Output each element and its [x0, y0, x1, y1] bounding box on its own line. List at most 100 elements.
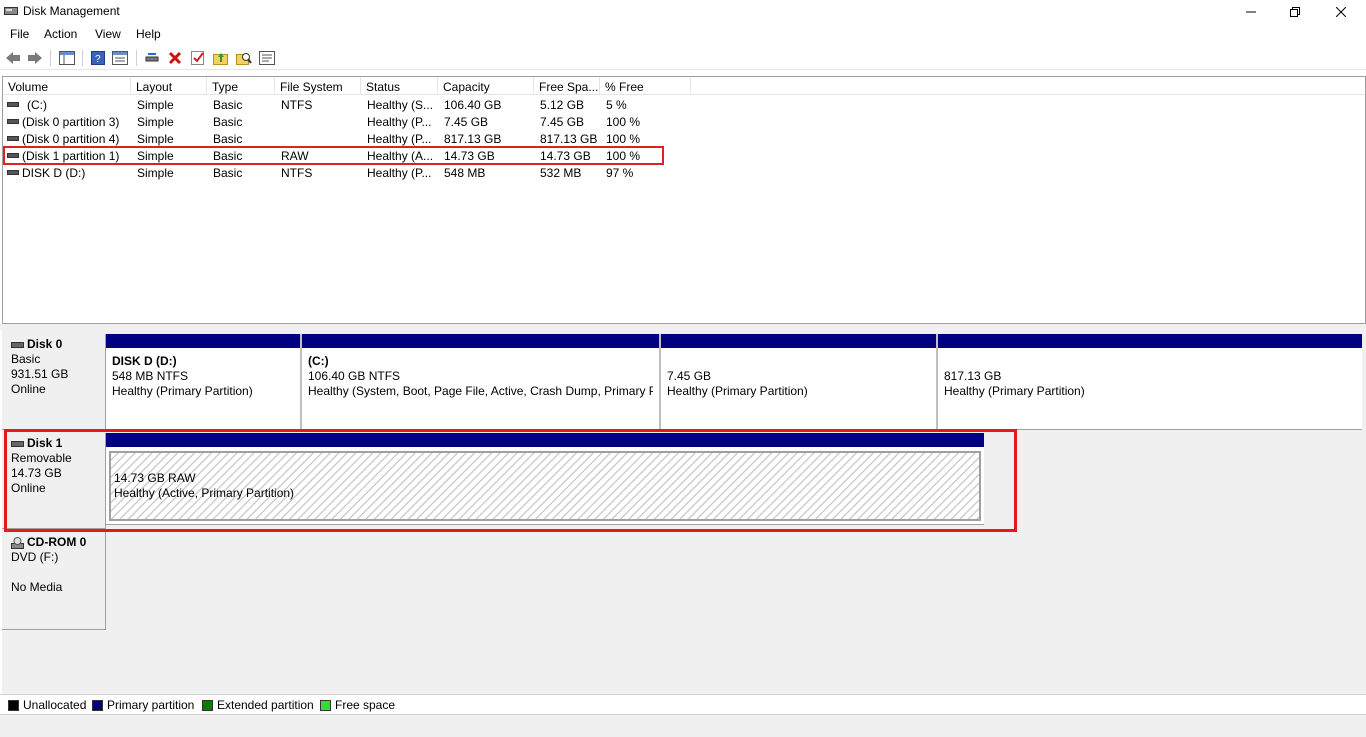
cell-free-space: 7.45 GB: [540, 115, 585, 129]
list-icon: [259, 51, 275, 65]
column-header-type[interactable]: Type: [207, 77, 275, 95]
partition-disk0-3[interactable]: 7.45 GB Healthy (Primary Partition): [661, 334, 938, 429]
help-icon: ?: [91, 51, 105, 65]
cell-layout: Simple: [137, 166, 174, 180]
cell-type: Basic: [213, 132, 243, 146]
volume-icon: [7, 119, 19, 124]
disk0-label[interactable]: Disk 0 Basic 931.51 GB Online: [2, 334, 106, 430]
partition-c[interactable]: (C:) 106.40 GB NTFS Healthy (System, Boo…: [302, 334, 661, 429]
cell-free-space: 817.13 GB: [540, 132, 598, 146]
properties-button[interactable]: [111, 49, 129, 67]
selected-row-highlight: [3, 146, 664, 165]
menu-help[interactable]: Help: [136, 27, 161, 41]
partition-disk0-4[interactable]: 817.13 GB Healthy (Primary Partition): [938, 334, 1362, 429]
disk-management-app-icon: [4, 5, 18, 17]
cell-status: Healthy (P...: [367, 132, 432, 146]
search-button[interactable]: [235, 49, 253, 67]
cell-capacity: 7.45 GB: [444, 115, 489, 129]
legend-extended-partition: Extended partition: [202, 698, 314, 712]
legend-label: Free space: [335, 698, 396, 712]
cell-layout: Simple: [137, 132, 174, 146]
folder-up-icon: [213, 53, 228, 65]
cell-capacity: 106.40 GB: [444, 98, 502, 112]
table-row[interactable]: DISK D (D:) Simple Basic NTFS Healthy (P…: [3, 164, 703, 181]
primary-partition-bar: [938, 334, 1362, 348]
column-header-free-space[interactable]: Free Spa...: [534, 77, 600, 95]
cdrom0-name: CD-ROM 0: [27, 535, 87, 549]
cell-capacity: 817.13 GB: [444, 132, 502, 146]
partition-size: 106.40 GB NTFS: [308, 369, 401, 383]
cell-free-space: 532 MB: [540, 166, 582, 180]
legend-label: Extended partition: [217, 698, 314, 712]
column-header-capacity[interactable]: Capacity: [438, 77, 534, 95]
cd-drive-icon: [11, 536, 24, 549]
forward-button[interactable]: [26, 49, 44, 67]
disk1-highlight-box: [4, 429, 1017, 532]
column-header-status[interactable]: Status: [361, 77, 438, 95]
window-title: Disk Management: [23, 4, 120, 18]
cell-capacity: 548 MB: [444, 166, 486, 180]
disk-icon: [11, 341, 24, 348]
cell-volume: (Disk 0 partition 4): [22, 132, 120, 146]
disk0-size: 931.51 GB: [11, 367, 69, 381]
legend-swatch: [92, 699, 103, 711]
cell-status: Healthy (P...: [367, 166, 432, 180]
legend-label: Unallocated: [23, 698, 87, 712]
volume-list[interactable]: Volume Layout Type File System Status Ca…: [2, 76, 1366, 324]
console-tree-button[interactable]: [58, 49, 76, 67]
table-row[interactable]: (Disk 0 partition 3) Simple Basic Health…: [3, 113, 703, 130]
column-header-file-system[interactable]: File System: [275, 77, 361, 95]
list-header: Volume Layout Type File System Status Ca…: [3, 77, 1365, 95]
partition-size: 817.13 GB: [944, 369, 1002, 383]
disk0-name: Disk 0: [27, 337, 63, 351]
close-button[interactable]: [1318, 0, 1364, 24]
legend-swatch: [8, 699, 19, 711]
table-row[interactable]: (C:) Simple Basic NTFS Healthy (S... 106…: [3, 96, 703, 113]
search-icon: [236, 53, 252, 65]
cell-type: Basic: [213, 115, 243, 129]
cell-file-system: NTFS: [281, 166, 313, 180]
cell-type: Basic: [213, 98, 243, 112]
delete-icon: [168, 51, 182, 65]
cell-file-system: NTFS: [281, 98, 313, 112]
connect-button[interactable]: [143, 49, 161, 67]
title-bar: Disk Management: [0, 0, 1366, 24]
cell-percent-free: 97 %: [606, 166, 634, 180]
cell-status: Healthy (P...: [367, 115, 432, 129]
folder-up-button[interactable]: [212, 49, 230, 67]
column-header-volume[interactable]: Volume: [3, 77, 131, 95]
volume-icon: [7, 170, 19, 175]
cdrom0-kind: DVD (F:): [11, 550, 59, 564]
minimize-icon: [1246, 11, 1256, 13]
cell-layout: Simple: [137, 115, 174, 129]
delete-button[interactable]: [166, 49, 184, 67]
cell-volume: DISK D (D:): [22, 166, 86, 180]
check-button[interactable]: [189, 49, 207, 67]
list-button[interactable]: [258, 49, 276, 67]
partition-title: (C:): [308, 354, 329, 368]
legend-free-space: Free space: [320, 698, 395, 712]
column-header-layout[interactable]: Layout: [131, 77, 207, 95]
restore-button[interactable]: [1272, 0, 1318, 24]
help-button[interactable]: ?: [89, 49, 107, 67]
cdrom0-label[interactable]: CD-ROM 0 DVD (F:) No Media: [2, 532, 106, 630]
primary-partition-bar: [106, 334, 300, 348]
svg-text:?: ?: [95, 54, 101, 65]
menu-file[interactable]: File: [10, 27, 29, 41]
table-row[interactable]: (Disk 0 partition 4) Simple Basic Health…: [3, 130, 703, 147]
cell-percent-free: 5 %: [606, 98, 627, 112]
back-button[interactable]: [4, 49, 22, 67]
column-header-percent-free[interactable]: % Free: [600, 77, 691, 95]
forward-icon: [28, 52, 42, 64]
cell-volume: (Disk 0 partition 3): [22, 115, 120, 129]
primary-partition-bar: [302, 334, 659, 348]
legend-unallocated: Unallocated: [8, 698, 86, 712]
back-icon: [6, 52, 20, 64]
minimize-button[interactable]: [1228, 0, 1274, 24]
partition-status: Healthy (Primary Partition): [944, 384, 1085, 398]
partition-status: Healthy (Primary Partition): [667, 384, 808, 398]
partition-disk-d[interactable]: DISK D (D:) 548 MB NTFS Healthy (Primary…: [106, 334, 302, 429]
menu-action[interactable]: Action: [44, 27, 77, 41]
partition-title: DISK D (D:): [112, 354, 177, 368]
menu-view[interactable]: View: [95, 27, 121, 41]
